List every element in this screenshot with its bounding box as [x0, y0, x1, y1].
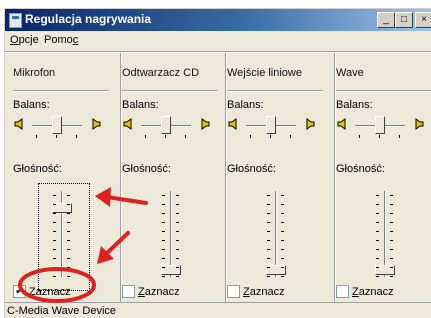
menu-bar: Opcje Pomoc	[5, 32, 431, 50]
balance-label: Balans:	[122, 99, 159, 111]
select-checkbox-row[interactable]: Zaznacz	[227, 285, 285, 298]
select-label: Zaznacz	[243, 285, 285, 298]
recording-control-window: Regulacja nagrywania _ □ × Opcje Pomoc M…	[4, 8, 431, 318]
balance-slider[interactable]	[141, 116, 191, 138]
speaker-right-icon	[92, 118, 101, 130]
volume-label: Głośność:	[227, 163, 276, 175]
select-checkbox[interactable]	[227, 285, 240, 298]
select-checkbox-row[interactable]: Zaznacz	[336, 285, 394, 298]
balance-slider[interactable]	[246, 116, 296, 138]
title-bar: Regulacja nagrywania _ □ ×	[5, 9, 431, 31]
channel-title: Odtwarzacz CD	[122, 67, 200, 79]
select-label: Zaznacz	[352, 285, 394, 298]
channel-wave: Wave Balans: Głośność: Zaznacz	[336, 53, 431, 302]
app-icon	[9, 13, 22, 28]
volume-slider[interactable]	[265, 191, 287, 277]
channel-odtwarzacz-cd: Odtwarzacz CD Balans: Głośność: Zaznacz	[122, 53, 226, 302]
balance-slider-thumb[interactable]	[161, 116, 171, 134]
volume-slider[interactable]	[160, 191, 182, 277]
select-checkbox-row[interactable]: Zaznacz	[122, 285, 180, 298]
menu-options[interactable]: Opcje	[10, 34, 39, 46]
balance-slider[interactable]	[355, 116, 405, 138]
channel-divider	[13, 90, 109, 92]
menu-help[interactable]: Pomoc	[44, 34, 78, 46]
volume-label: Głośność:	[336, 163, 385, 175]
speaker-left-icon	[123, 118, 132, 130]
channel-title: Wave	[336, 67, 364, 79]
channel-divider	[122, 90, 218, 92]
balance-slider-thumb[interactable]	[375, 116, 385, 134]
balance-slider[interactable]	[32, 116, 82, 138]
balance-label: Balans:	[13, 99, 50, 111]
speaker-right-icon	[415, 118, 424, 130]
channel-title: Mikrofon	[13, 67, 56, 79]
channel-wejscie-liniowe: Wejście liniowe Balans: Głośność: Zaznac…	[227, 53, 335, 302]
close-button[interactable]: ×	[415, 12, 431, 28]
volume-label: Głośność:	[122, 163, 171, 175]
minimize-button[interactable]: _	[377, 12, 395, 28]
channel-title: Wejście liniowe	[227, 67, 302, 79]
speaker-left-icon	[14, 118, 23, 130]
speaker-left-icon	[337, 118, 346, 130]
speaker-left-icon	[228, 118, 237, 130]
channel-divider	[336, 90, 431, 92]
volume-slider[interactable]	[374, 191, 396, 277]
balance-label: Balans:	[336, 99, 373, 111]
speaker-right-icon	[306, 118, 315, 130]
channel-divider	[227, 90, 323, 92]
status-bar: C-Media Wave Device	[5, 302, 431, 318]
volume-label: Głośność:	[13, 163, 62, 175]
channel-mikrofon: Mikrofon Balans: Głośność: ✔ Zaznacz	[13, 53, 121, 302]
select-checkbox[interactable]	[336, 285, 349, 298]
maximize-button[interactable]: □	[395, 12, 413, 28]
balance-slider-thumb[interactable]	[266, 116, 276, 134]
select-label: Zaznacz	[138, 285, 180, 298]
device-name: C-Media Wave Device	[7, 305, 117, 317]
focus-rectangle	[38, 183, 90, 291]
select-checkbox[interactable]: ✔	[13, 285, 26, 298]
window-title: Regulacja nagrywania	[25, 12, 152, 26]
select-checkbox[interactable]	[122, 285, 135, 298]
speaker-right-icon	[201, 118, 210, 130]
balance-slider-thumb[interactable]	[52, 116, 62, 134]
balance-label: Balans:	[227, 99, 264, 111]
